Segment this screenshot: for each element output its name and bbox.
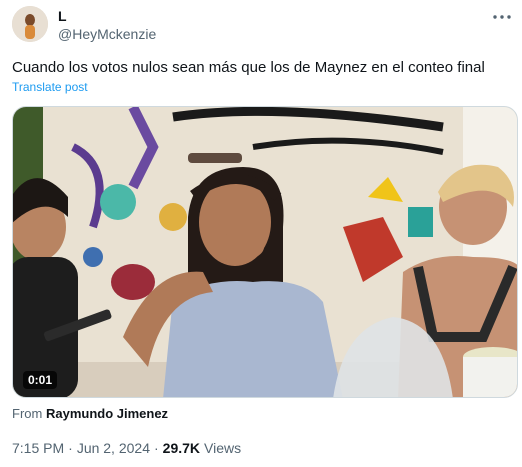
- video-player[interactable]: 0:01: [12, 106, 518, 398]
- views-count[interactable]: 29.7K: [163, 440, 200, 456]
- author-display-name[interactable]: L: [58, 8, 67, 24]
- meta-separator: ·: [153, 440, 159, 456]
- avatar-image: [12, 6, 48, 42]
- translate-post-link[interactable]: Translate post: [12, 80, 88, 94]
- meta-separator: ·: [68, 440, 73, 456]
- more-options-button[interactable]: [490, 8, 514, 26]
- avatar[interactable]: [12, 6, 48, 42]
- video-attribution: From Raymundo Jimenez: [12, 406, 168, 421]
- tweet-meta: 7:15 PM · Jun 2, 2024 · 29.7K Views: [12, 440, 241, 456]
- attribution-prefix: From: [12, 406, 43, 421]
- attribution-source-link[interactable]: Raymundo Jimenez: [46, 406, 168, 421]
- tweet-time[interactable]: 7:15 PM: [12, 440, 64, 456]
- more-horizontal-icon: [493, 15, 511, 19]
- tweet-text: Cuando los votos nulos sean más que los …: [12, 59, 485, 76]
- tweet-date[interactable]: Jun 2, 2024: [77, 440, 150, 456]
- author-handle[interactable]: @HeyMckenzie: [58, 26, 156, 42]
- video-frame: [13, 107, 517, 397]
- video-duration-badge: 0:01: [23, 371, 58, 389]
- views-label: Views: [204, 440, 242, 456]
